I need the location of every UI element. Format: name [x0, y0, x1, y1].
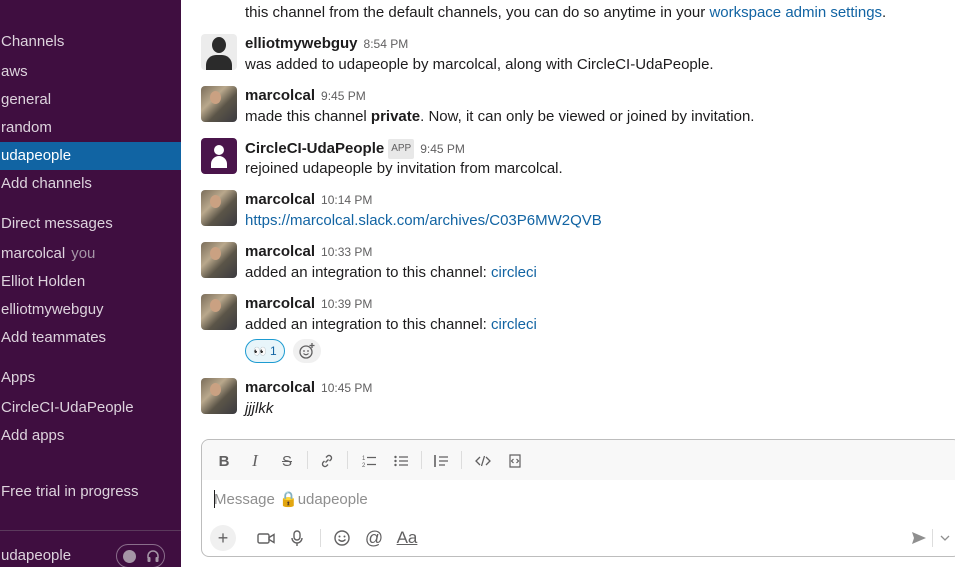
text: added an integration to this channel:: [245, 264, 492, 281]
footer-channel-name: udapeople: [1, 547, 72, 564]
sidebar: Channels aws general random udapeople Ad…: [0, 0, 181, 567]
avatar[interactable]: [201, 294, 237, 330]
channel-intro-text: this channel from the default channels, …: [245, 3, 886, 23]
eyes-emoji-icon: 👀: [253, 346, 267, 358]
message-author[interactable]: marcolcal: [245, 87, 315, 104]
message-author[interactable]: elliotmywebguy: [245, 35, 358, 52]
blockquote-icon[interactable]: [431, 451, 451, 471]
bullet-list-icon[interactable]: [391, 451, 411, 471]
sidebar-app-circleci[interactable]: CircleCI-UdaPeople: [1, 398, 134, 418]
sidebar-dm-elliotmywebguy[interactable]: elliotmywebguy: [1, 300, 104, 320]
message-text: was added to udapeople by marcolcal, alo…: [245, 56, 714, 73]
message-text: rejoined udapeople by invitation from ma…: [245, 160, 563, 177]
sidebar-channel-random[interactable]: random: [1, 118, 52, 138]
message-author[interactable]: marcolcal: [245, 243, 315, 260]
sidebar-section-apps[interactable]: Apps: [1, 368, 35, 388]
workspace-admin-settings-link[interactable]: workspace admin settings: [709, 4, 882, 21]
reaction-pill[interactable]: 👀 1: [245, 339, 285, 363]
reaction-count: 1: [270, 344, 277, 358]
message-time[interactable]: 10:33 PM: [321, 245, 372, 259]
composer-actions: + @ Aa: [202, 522, 955, 556]
intro-text: this channel from the default channels, …: [245, 4, 706, 21]
message-text: jjjlkk: [245, 400, 274, 417]
svg-text:1: 1: [362, 456, 366, 462]
svg-text:2: 2: [362, 463, 366, 469]
circleci-link[interactable]: circleci: [491, 316, 537, 333]
sidebar-channel-udapeople[interactable]: udapeople: [0, 142, 181, 170]
text-pre: made this channel: [245, 108, 371, 125]
add-reaction-button[interactable]: [293, 339, 321, 363]
message-time[interactable]: 10:45 PM: [321, 381, 372, 395]
avatar[interactable]: [201, 138, 237, 174]
bold-icon[interactable]: B: [214, 451, 234, 471]
message-author[interactable]: marcolcal: [245, 295, 315, 312]
mention-icon[interactable]: @: [364, 527, 384, 549]
add-reaction-icon: [299, 343, 315, 359]
message-time[interactable]: 10:39 PM: [321, 297, 372, 311]
archive-link[interactable]: https://marcolcal.slack.com/archives/C03…: [245, 211, 602, 231]
code-icon[interactable]: [473, 451, 493, 471]
text-post: . Now, it can only be viewed or joined b…: [420, 108, 755, 125]
message-text: made this channel private. Now, it can o…: [245, 107, 754, 127]
text-caret: [214, 490, 215, 508]
strikethrough-icon[interactable]: S: [277, 451, 297, 471]
toggle-knob: [123, 550, 136, 563]
message-text: added an integration to this channel: ci…: [245, 315, 537, 335]
message-text: added an integration to this channel: ci…: [245, 263, 537, 283]
link-icon[interactable]: [317, 451, 337, 471]
video-icon[interactable]: [254, 527, 278, 549]
message-time[interactable]: 10:14 PM: [321, 193, 372, 207]
italic-icon[interactable]: I: [245, 451, 265, 471]
emoji-icon[interactable]: [332, 527, 352, 549]
message-time[interactable]: 9:45 PM: [420, 142, 465, 156]
plus-icon[interactable]: +: [210, 525, 236, 551]
message-input[interactable]: [214, 488, 914, 510]
code-block-icon[interactable]: [505, 451, 525, 471]
message-author[interactable]: CircleCI-UdaPeople: [245, 140, 384, 157]
add-teammates-button[interactable]: Add teammates: [1, 328, 106, 348]
message-pane: this channel from the default channels, …: [181, 0, 955, 567]
text-bold: private: [370, 108, 421, 125]
sidebar-divider: [0, 530, 181, 531]
sidebar-section-channels[interactable]: Channels: [1, 32, 64, 52]
add-channels-button[interactable]: Add channels: [1, 174, 92, 194]
microphone-icon[interactable]: [287, 527, 307, 549]
ordered-list-icon[interactable]: 12: [359, 451, 379, 471]
toolbar-separator: [932, 529, 933, 547]
huddle-toggle[interactable]: [116, 544, 165, 567]
message-author[interactable]: marcolcal: [245, 379, 315, 396]
message-time[interactable]: 8:54 PM: [364, 37, 409, 51]
add-apps-button[interactable]: Add apps: [1, 426, 64, 446]
toolbar-separator: [320, 529, 321, 547]
message-author[interactable]: marcolcal: [245, 191, 315, 208]
avatar[interactable]: [201, 242, 237, 278]
trial-status[interactable]: Free trial in progress: [1, 482, 139, 502]
avatar[interactable]: [201, 86, 237, 122]
sidebar-dm-marcolcal[interactable]: marcolcal you: [1, 244, 95, 264]
avatar[interactable]: [201, 34, 237, 70]
sidebar-dm-elliot-holden[interactable]: Elliot Holden: [1, 272, 85, 292]
sidebar-section-direct-messages[interactable]: Direct messages: [1, 214, 113, 234]
chevron-down-icon[interactable]: [938, 527, 952, 549]
formatting-toolbar: B I S 12: [202, 440, 955, 480]
send-icon[interactable]: [908, 527, 930, 549]
sidebar-channel-general[interactable]: general: [1, 90, 51, 110]
message-time[interactable]: 9:45 PM: [321, 89, 366, 103]
dm-you-label: you: [71, 245, 96, 262]
app-badge: APP: [388, 139, 415, 159]
toolbar-separator: [347, 451, 348, 469]
toolbar-separator: [307, 451, 308, 469]
intro-end: .: [882, 4, 887, 21]
dm-name: marcolcal: [1, 245, 66, 262]
circleci-link[interactable]: circleci: [491, 264, 537, 281]
toolbar-separator: [421, 451, 422, 469]
headphones-icon: [146, 549, 160, 563]
message-composer: B I S 12 Message 🔒udapeople + @ Aa: [201, 439, 955, 557]
formatting-icon[interactable]: Aa: [396, 527, 418, 549]
text: added an integration to this channel:: [245, 316, 492, 333]
avatar[interactable]: [201, 378, 237, 414]
sidebar-channel-aws[interactable]: aws: [1, 62, 28, 82]
avatar[interactable]: [201, 190, 237, 226]
toolbar-separator: [461, 451, 462, 469]
